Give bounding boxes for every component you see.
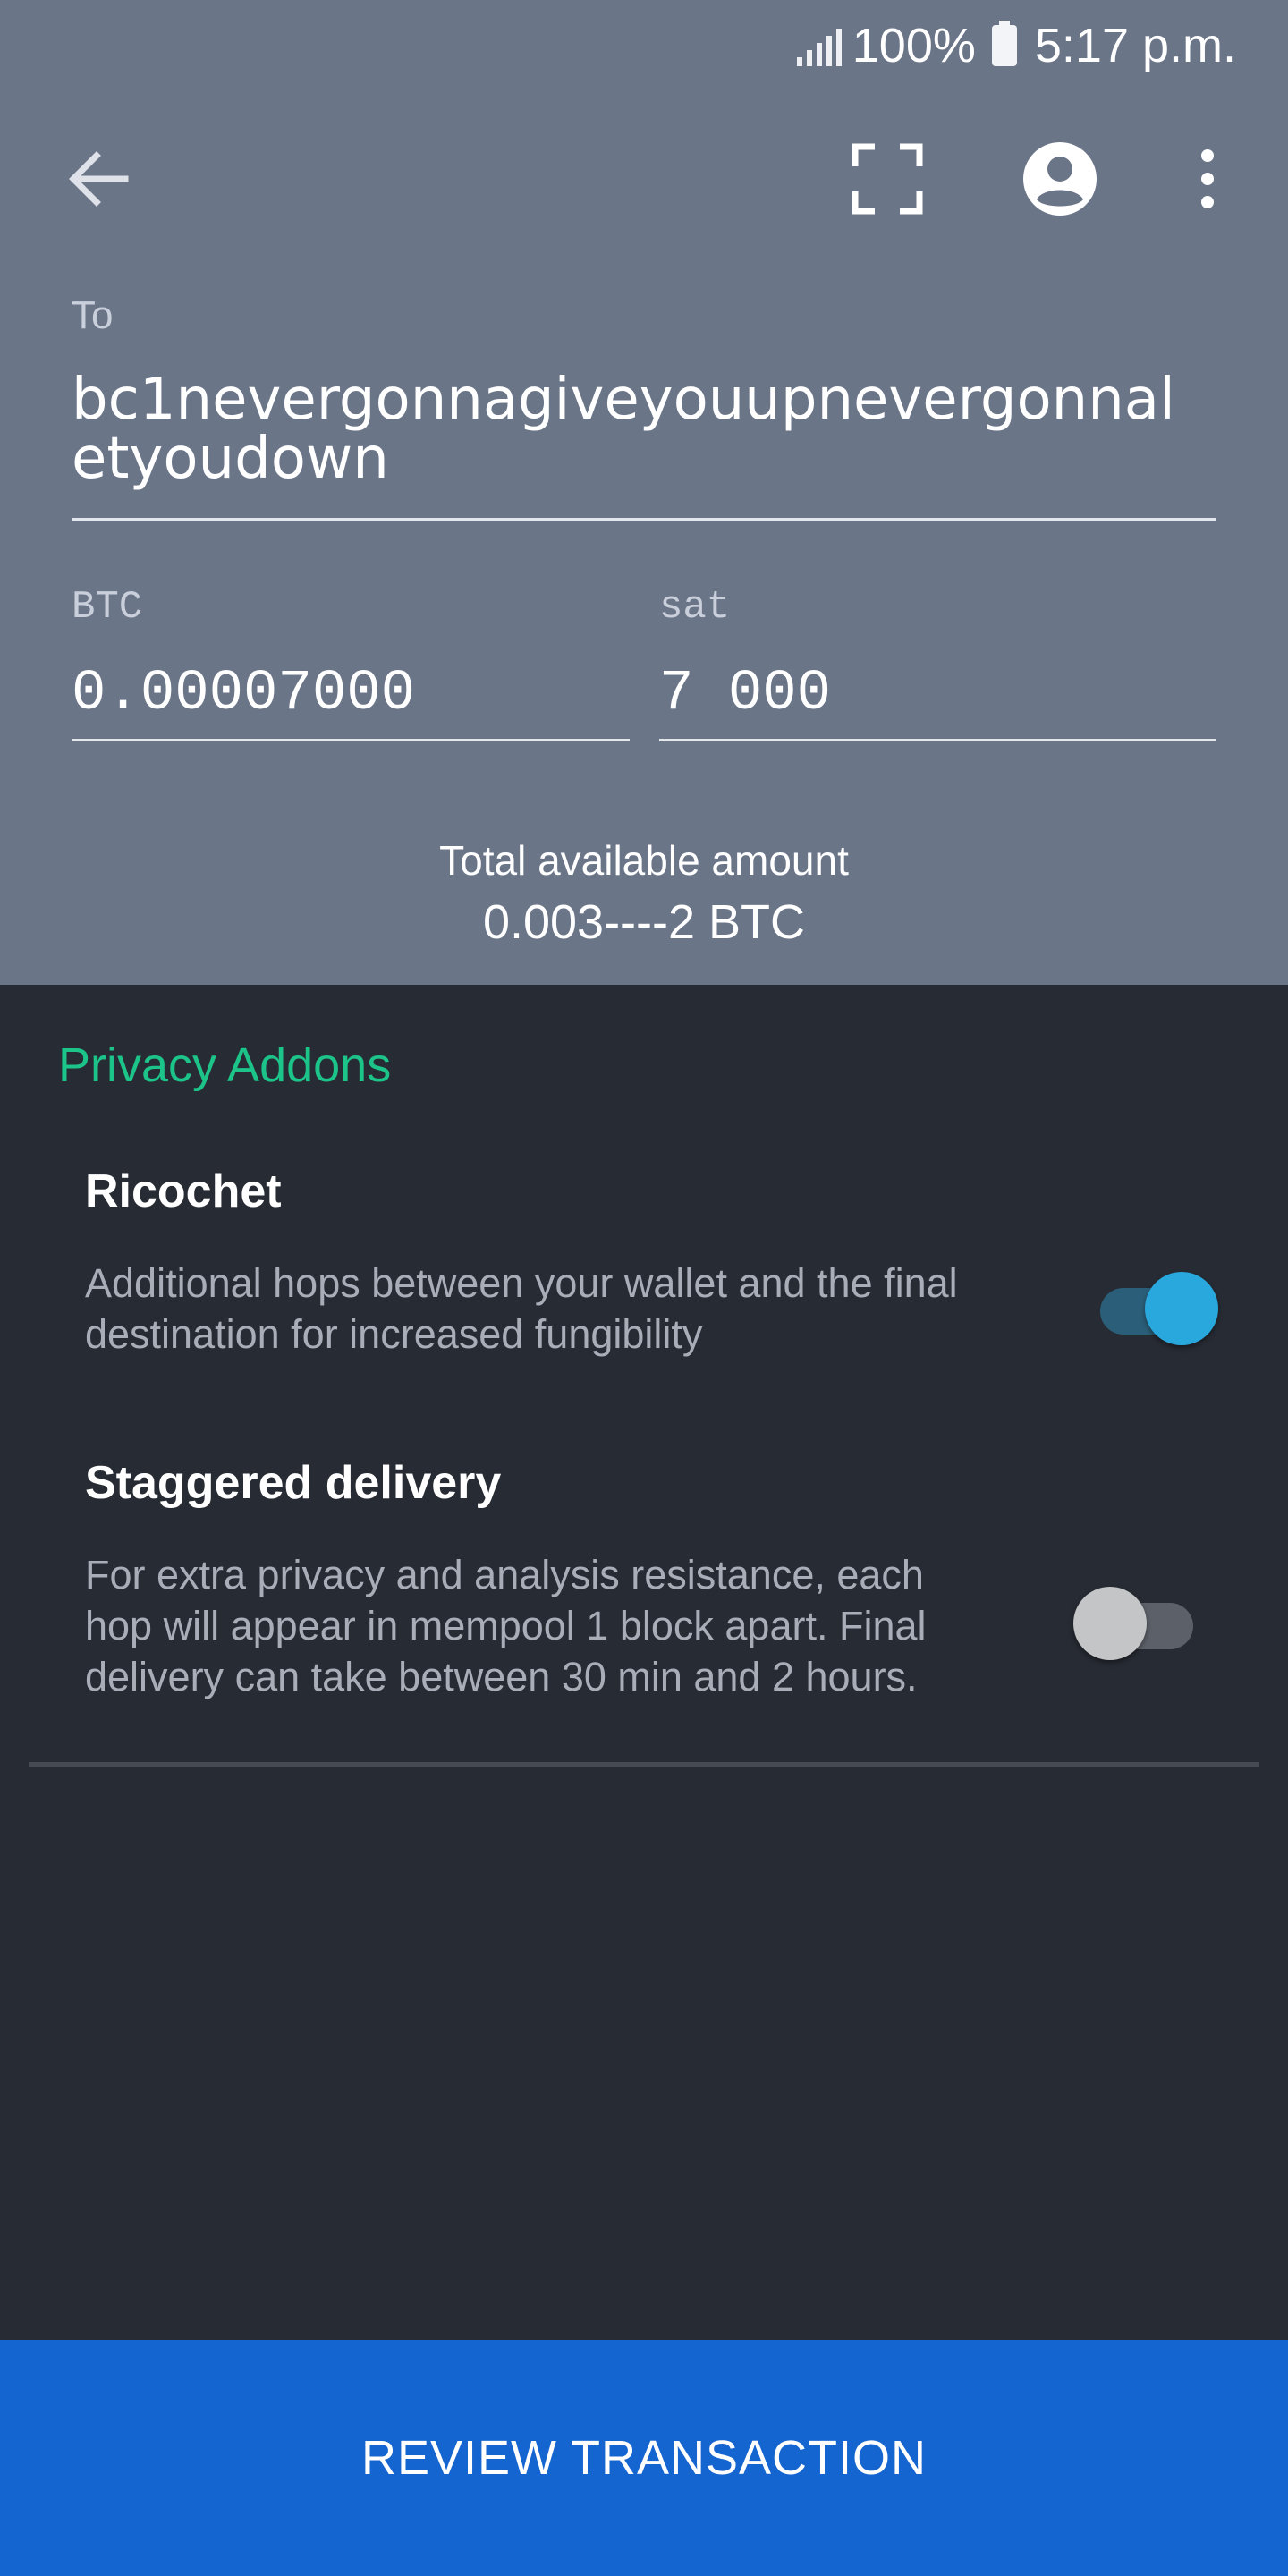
ricochet-toggle[interactable] (1100, 1270, 1225, 1347)
section-divider (29, 1762, 1259, 1767)
btc-underline (72, 739, 630, 741)
btc-label: BTC (72, 585, 143, 630)
toggle-thumb (1145, 1272, 1218, 1345)
account-circle-icon[interactable] (1020, 139, 1100, 219)
toggle-thumb (1073, 1587, 1147, 1660)
to-label: To (72, 293, 114, 337)
address-input[interactable]: bc1nevergonnagiveyouupnevergonnaletyoudo… (72, 370, 1208, 488)
send-form-header: 100% 5:17 p.m. To bc1nevergonnagiveyouup… (0, 0, 1288, 985)
staggered-delivery-toggle[interactable] (1073, 1585, 1199, 1662)
ricochet-title: Ricochet (85, 1165, 282, 1217)
btc-amount-input[interactable]: 0.00007000 (72, 662, 415, 726)
ricochet-description: Additional hops between your wallet and … (85, 1260, 958, 1357)
sat-label: sat (659, 585, 731, 630)
review-transaction-button[interactable]: REVIEW TRANSACTION (0, 2340, 1288, 2576)
available-amount-label: Total available amount (439, 837, 849, 884)
status-bar: 100% 5:17 p.m. (796, 13, 1236, 79)
signal-icon (796, 25, 842, 66)
sat-underline (659, 739, 1216, 741)
back-arrow-icon[interactable] (63, 143, 134, 215)
staggered-delivery-title: Staggered delivery (85, 1457, 502, 1509)
clock: 5:17 p.m. (1034, 19, 1236, 72)
more-vert-icon[interactable] (1190, 143, 1225, 215)
available-amount-value: 0.003----2 BTC (482, 895, 806, 949)
battery-percent: 100% (852, 19, 976, 72)
address-underline (72, 518, 1216, 521)
staggered-delivery-description: For extra privacy and analysis resistanc… (85, 1552, 927, 1699)
scan-qr-icon[interactable] (850, 141, 925, 216)
battery-icon (991, 21, 1017, 66)
sat-amount-input[interactable]: 7 000 (659, 662, 831, 726)
privacy-addons-title: Privacy Addons (58, 1038, 392, 1092)
